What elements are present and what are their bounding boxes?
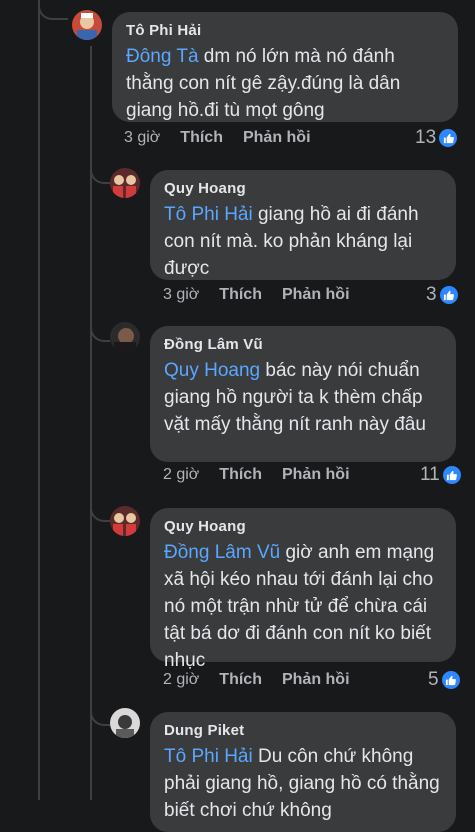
comment-author[interactable]: Tô Phi Hải bbox=[126, 22, 444, 39]
comment-bubble: Quy Hoang Tô Phi Hải giang hồ ai đi đánh… bbox=[150, 170, 456, 280]
comment-author[interactable]: Dung Piket bbox=[164, 722, 442, 739]
like-button[interactable]: Thích bbox=[219, 466, 262, 484]
mention-link[interactable]: Quy Hoang bbox=[164, 360, 260, 381]
reaction-count[interactable]: 13 bbox=[415, 127, 458, 149]
mention-link[interactable]: Tô Phi Hải bbox=[164, 746, 253, 767]
avatar-icon[interactable] bbox=[72, 10, 102, 40]
comment-time[interactable]: 3 giờ bbox=[124, 129, 160, 147]
mention-link[interactable]: Tô Phi Hải bbox=[164, 204, 253, 225]
comment-actions: 3 giờ Thích Phản hồi bbox=[124, 129, 311, 147]
like-icon bbox=[442, 466, 461, 484]
like-icon bbox=[439, 129, 458, 147]
comment-actions: 3 giờ Thích Phản hồi bbox=[163, 286, 350, 304]
comment-text: Tô Phi Hải giang hồ ai đi đánh con nít m… bbox=[164, 204, 419, 279]
reply-button[interactable]: Phản hồi bbox=[282, 286, 350, 304]
reply-button[interactable]: Phản hồi bbox=[282, 466, 350, 484]
comment-author[interactable]: Quy Hoang bbox=[164, 518, 442, 535]
avatar-icon[interactable] bbox=[110, 168, 140, 198]
comment-bubble: Đồng Lâm Vũ Quy Hoang bác này nói chuẩn … bbox=[150, 326, 456, 462]
comment-bubble: Dung Piket Tô Phi Hải Du côn chứ không p… bbox=[150, 712, 456, 832]
reaction-count[interactable]: 5 bbox=[428, 669, 460, 691]
comment-text: Tô Phi Hải Du côn chứ không phải giang h… bbox=[164, 746, 440, 821]
like-button[interactable]: Thích bbox=[219, 286, 262, 304]
reaction-count[interactable]: 11 bbox=[420, 464, 461, 486]
avatar-icon[interactable] bbox=[110, 322, 140, 352]
like-icon bbox=[439, 286, 458, 304]
reply-button[interactable]: Phản hồi bbox=[243, 129, 311, 147]
reply-connector bbox=[90, 702, 110, 726]
comment-actions: 2 giờ Thích Phản hồi bbox=[163, 671, 350, 689]
comment-time[interactable]: 2 giờ bbox=[163, 671, 199, 689]
avatar-icon[interactable] bbox=[110, 506, 140, 536]
mention-link[interactable]: Đông Tà bbox=[126, 46, 199, 67]
comment-text: Đồng Lâm Vũ giờ anh em mạng xã hội kéo n… bbox=[164, 542, 435, 671]
comment-bubble: Quy Hoang Đồng Lâm Vũ giờ anh em mạng xã… bbox=[150, 508, 456, 671]
comment-author[interactable]: Đồng Lâm Vũ bbox=[164, 336, 442, 353]
comment-author[interactable]: Quy Hoang bbox=[164, 180, 442, 197]
comment-text: Đông Tà dm nó lớn mà nó đánh thằng con n… bbox=[126, 46, 401, 121]
reply-connector bbox=[90, 498, 110, 522]
comment-time[interactable]: 3 giờ bbox=[163, 286, 199, 304]
reaction-count[interactable]: 3 bbox=[426, 284, 458, 306]
reply-button[interactable]: Phản hồi bbox=[282, 671, 350, 689]
like-icon bbox=[441, 671, 460, 689]
reply-connector bbox=[90, 160, 110, 184]
like-button[interactable]: Thích bbox=[219, 671, 262, 689]
like-button[interactable]: Thích bbox=[180, 129, 223, 147]
reply-connector bbox=[90, 318, 110, 342]
comment-time[interactable]: 2 giờ bbox=[163, 466, 199, 484]
comment-bubble: Tô Phi Hải Đông Tà dm nó lớn mà nó đánh … bbox=[112, 12, 458, 122]
comment-actions: 2 giờ Thích Phản hồi bbox=[163, 466, 350, 484]
comment-text: Quy Hoang bác này nói chuẩn giang hồ ngư… bbox=[164, 360, 426, 435]
mention-link[interactable]: Đồng Lâm Vũ bbox=[164, 542, 280, 563]
thread-connector bbox=[38, 0, 68, 20]
thread-line-outer bbox=[38, 0, 40, 800]
avatar-icon[interactable] bbox=[110, 708, 140, 738]
